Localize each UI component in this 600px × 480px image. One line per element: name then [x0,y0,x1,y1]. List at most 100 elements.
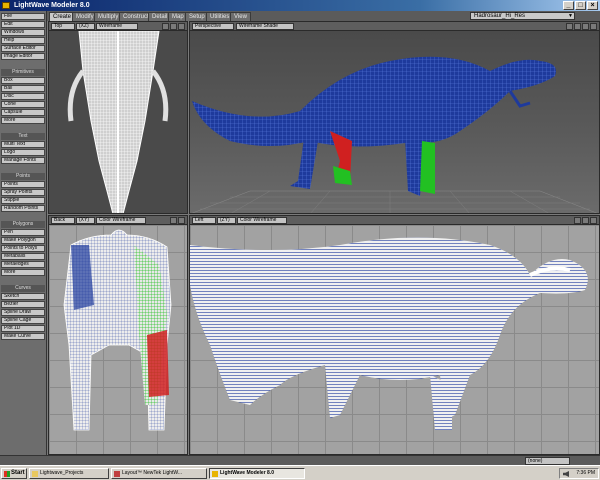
view-type-select[interactable]: Back [51,217,75,224]
render-mode-select[interactable]: Wireframe [96,23,138,30]
viewport-zoom-icon[interactable] [582,217,589,224]
render-mode-select[interactable]: Color Wireframe [237,217,287,224]
view-axis-select[interactable]: (XY) [76,217,95,224]
sidebar-item-random-points[interactable]: Random Points [1,205,45,212]
file-menu-button[interactable]: File [1,13,45,20]
sidebar-item-windows[interactable]: Windows [1,29,45,36]
sidebar-item-plot-1d[interactable]: Plot 1D [1,325,45,332]
start-label: Start [11,470,25,476]
view-axis-select[interactable]: (ZY) [217,217,236,224]
sidebar-item-image-editor[interactable]: Image Editor [1,53,45,60]
taskbar-item-modeler[interactable]: LightWave Modeler 8.0 [209,468,305,479]
viewport-maximize-icon[interactable] [590,23,597,30]
dinosaur-back-mesh [63,229,172,431]
sidebar-item-metaedges[interactable]: Metaedges [1,261,45,268]
viewport-maximize-icon[interactable] [178,23,185,30]
viewport-rotate-icon[interactable] [574,23,581,30]
sidebar-item-pen[interactable]: Pen [1,229,45,236]
view-type-select[interactable]: Perspective [192,23,234,30]
viewport-move-icon[interactable] [566,23,573,30]
sidebar-item-disc[interactable]: Disc [1,93,45,100]
viewport-zoom-icon[interactable] [178,217,185,224]
sidebar-item-ball[interactable]: Ball [1,85,45,92]
speaker-icon[interactable] [563,471,569,477]
sidebar-item-more[interactable]: More [1,117,45,124]
viewport-canvas[interactable] [49,225,187,454]
viewport-perspective[interactable]: Perspective Wireframe Shade [189,21,600,214]
taskbar-item-label: Layout™ NewTek LightW... [122,470,183,476]
sidebar-item-stipple[interactable]: Stipple [1,197,45,204]
close-button[interactable]: × [587,1,598,10]
sidebar-group-curves: Curves [1,285,45,292]
tab-view[interactable]: View [230,12,251,21]
current-object-name: Hadrosaur_Hi_Res [474,13,526,19]
viewport-canvas[interactable] [190,225,599,454]
viewport-maximize-icon[interactable] [590,217,597,224]
taskbar-item-layout[interactable]: Layout™ NewTek LightW... [111,468,207,479]
view-type-select[interactable]: Top [51,23,75,30]
sidebar-group-primitives: Primitives [1,69,45,76]
minimize-button[interactable]: _ [563,1,574,10]
viewport-zoom-icon[interactable] [582,23,589,30]
viewport-header: Perspective Wireframe Shade [190,22,599,31]
viewport-zoom-icon[interactable] [170,23,177,30]
sidebar-item-help[interactable]: Help [1,37,45,44]
sidebar-item-bezier[interactable]: Bezier [1,301,45,308]
viewport-move-icon[interactable] [162,23,169,30]
viewport-left[interactable]: Left (ZY) Color Wireframe [189,215,600,455]
viewport-header: Top (XZ) Wireframe [49,22,187,31]
sidebar-item-logo[interactable]: Logo [1,149,45,156]
layout-app-icon [114,471,120,477]
lightwave-app-icon [2,2,10,9]
taskbar-item-label: LightWave Modeler 8.0 [220,470,274,476]
viewport-canvas[interactable] [49,30,187,213]
viewport-move-icon[interactable] [574,217,581,224]
start-button[interactable]: Start [1,468,27,479]
sidebar-item-metaballs[interactable]: Metaballs [1,253,45,260]
chevron-down-icon: ▼ [568,13,573,19]
maximize-button[interactable]: □ [575,1,586,10]
sidebar-item-sketch[interactable]: Sketch [1,293,45,300]
sidebar-item-spline-cage[interactable]: Spline Cage [1,317,45,324]
windows-taskbar: Start Lightwave_Projects Layout™ NewTek … [0,465,600,480]
dinosaur-top-mesh [67,30,169,213]
window-title-bar[interactable]: LightWave Modeler 8.0 _ □ × [0,0,600,11]
sidebar-item-manage-fonts[interactable]: Manage Fonts [1,157,45,164]
taskbar-item-lightwave-projects[interactable]: Lightwave_Projects [29,468,109,479]
sidebar-group-text: Text [1,133,45,140]
dinosaur-side-mesh [190,237,588,430]
view-axis-select[interactable]: (XZ) [76,23,95,30]
viewport-back[interactable]: Back (XY) Color Wireframe [48,215,188,455]
folder-icon [32,471,38,477]
viewport-move-icon[interactable] [170,217,177,224]
render-mode-select[interactable]: Color Wireframe [96,217,146,224]
sidebar-item-points-to-polys[interactable]: Points to Polys [1,245,45,252]
viewport-header: Left (ZY) Color Wireframe [190,216,599,225]
viewport-canvas[interactable] [190,31,599,213]
view-type-select[interactable]: Left [192,217,216,224]
sidebar-item-multi-text[interactable]: Multi Text [1,141,45,148]
sidebar-item-make-curve[interactable]: Make Curve [1,333,45,340]
sidebar-group-polygons: Polygons [1,221,45,228]
window-title: LightWave Modeler 8.0 [14,2,90,9]
sidebar-item-spray-points[interactable]: Spray Points [1,189,45,196]
surface-select[interactable]: (none) [525,457,570,465]
menu-tab-bar: Create Modify Multiply Construct Detail … [0,11,600,21]
sidebar-item-surface-editor[interactable]: Surface Editor [1,45,45,52]
modeler-app-icon [212,471,218,477]
sidebar-item-edit[interactable]: Edit [1,21,45,28]
windows-logo-icon [4,471,10,477]
sidebar-item-points[interactable]: Points [1,181,45,188]
dinosaur-perspective-mesh [191,56,598,213]
viewport-header: Back (XY) Color Wireframe [49,216,187,225]
sidebar-item-cone[interactable]: Cone [1,101,45,108]
sidebar-item-more[interactable]: More [1,269,45,276]
sidebar-item-make-polygon[interactable]: Make Polygon [1,237,45,244]
viewport-top[interactable]: Top (XZ) Wireframe [48,21,188,214]
sidebar-item-spline-draw[interactable]: Spline Draw [1,309,45,316]
current-object-select[interactable]: Hadrosaur_Hi_Res ▼ [470,12,575,20]
sidebar-item-box[interactable]: Box [1,77,45,84]
sidebar-item-capsule[interactable]: Capsule [1,109,45,116]
status-bar: (none) [0,455,600,465]
render-mode-select[interactable]: Wireframe Shade [236,23,294,30]
